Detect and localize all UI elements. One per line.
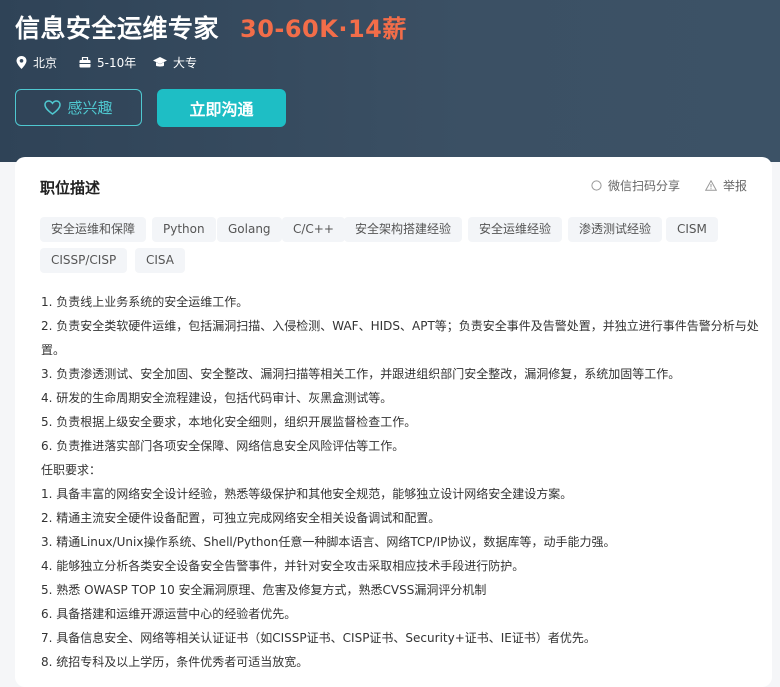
description-line: 2. 精通主流安全硬件设备配置，可独立完成网络安全相关设备调试和配置。 xyxy=(41,511,441,525)
location-pin-icon xyxy=(16,55,27,69)
skill-tag: 安全运维经验 xyxy=(468,217,563,242)
skill-tag: Golang xyxy=(217,217,282,242)
description-line: 4. 能够独立分析各类安全设备安全告警事件，并针对安全攻击采取相应技术手段进行防… xyxy=(41,559,525,573)
education-text: 大专 xyxy=(173,55,198,70)
chat-now-button[interactable]: 立即沟通 xyxy=(157,89,286,127)
job-description-card: 职位描述 微信扫码分享 举报 安全运维和保障 Python Golang C/C… xyxy=(15,157,772,687)
wechat-icon xyxy=(591,179,602,191)
job-header: 信息安全运维专家 30-60K·14薪 北京 5-10年 大专 感兴趣 立即沟通 xyxy=(0,0,780,162)
skill-tag: CISSP/CISP xyxy=(40,248,128,273)
skill-tag: 安全架构搭建经验 xyxy=(344,217,463,242)
interested-button[interactable]: 感兴趣 xyxy=(15,89,142,126)
job-salary: 30-60K·14薪 xyxy=(240,15,407,43)
experience-text: 5-10年 xyxy=(97,55,137,70)
description-line: 2. 负责安全类软硬件运维，包括漏洞扫描、入侵检测、WAF、HIDS、APT等；… xyxy=(41,319,759,357)
description-line: 1. 具备丰富的网络安全设计经验，熟悉等级保护和其他安全规范，能够独立设计网络安… xyxy=(41,487,573,501)
description-line: 7. 具备信息安全、网络等相关认证证书（如CISSP证书、CISP证书、Secu… xyxy=(41,631,596,645)
description-line: 5. 熟悉 OWASP TOP 10 安全漏洞原理、危害及修复方式，熟悉CVSS… xyxy=(41,583,487,597)
description-line: 3. 负责渗透测试、安全加固、安全整改、漏洞扫描等相关工作，并跟进组织部门安全整… xyxy=(41,367,681,381)
description-line: 5. 负责根据上级安全要求，本地化安全细则，组织开展监督检查工作。 xyxy=(41,415,417,429)
description-line: 6. 具备搭建和运维开源运营中心的经验者优先。 xyxy=(41,607,297,621)
heart-icon xyxy=(44,100,62,115)
description-line: 8. 统招专科及以上学历，条件优秀者可适当放宽。 xyxy=(41,655,309,669)
skill-tag: CISA xyxy=(135,248,185,273)
skill-tag: CISM xyxy=(666,217,718,242)
skill-tag: 渗透测试经验 xyxy=(568,217,663,242)
warning-icon xyxy=(705,179,717,191)
report-button[interactable]: 举报 xyxy=(705,176,747,194)
chat-now-label: 立即沟通 xyxy=(189,100,254,119)
interested-label: 感兴趣 xyxy=(67,99,113,117)
skill-tag: C/C++ xyxy=(282,217,345,242)
description-line: 3. 精通Linux/Unix操作系统、Shell/Python任意一种脚本语言… xyxy=(41,535,616,549)
description-line: 4. 研发的生命周期安全流程建设，包括代码审计、灰黑盒测试等。 xyxy=(41,391,393,405)
description-line: 1. 负责线上业务系统的安全运维工作。 xyxy=(41,295,249,309)
experience-info: 5-10年 xyxy=(79,53,136,71)
location-text: 北京 xyxy=(33,55,58,70)
job-description-text: 1. 负责线上业务系统的安全运维工作。 2. 负责安全类软硬件运维，包括漏洞扫描… xyxy=(41,290,763,674)
briefcase-icon xyxy=(79,56,91,67)
education-info: 大专 xyxy=(153,53,197,71)
wechat-share-button[interactable]: 微信扫码分享 xyxy=(591,176,680,194)
job-title: 信息安全运维专家 xyxy=(15,14,220,43)
section-title: 职位描述 xyxy=(40,179,101,197)
graduation-cap-icon xyxy=(153,56,167,66)
skill-tag: Python xyxy=(152,217,216,242)
report-label: 举报 xyxy=(723,178,748,193)
skill-tag: 安全运维和保障 xyxy=(40,217,147,242)
requirements-heading: 任职要求： xyxy=(41,463,102,477)
share-label: 微信扫码分享 xyxy=(608,178,681,193)
location-info: 北京 xyxy=(16,53,57,71)
description-line: 6. 负责推进落实部门各项安全保障、网络信息安全风险评估等工作。 xyxy=(41,439,405,453)
